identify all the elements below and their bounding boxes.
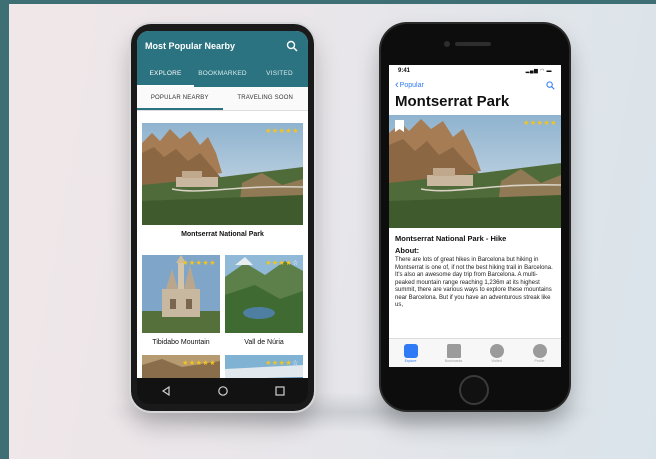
- recents-icon[interactable]: [274, 385, 286, 397]
- back-button-label: Popular: [399, 81, 424, 89]
- ios-tab-bar: Explore Bookmarks Visited Profile: [389, 338, 561, 367]
- grid-icon: [403, 343, 418, 358]
- iphone-screen: 9:41 ▂▄▆ ◠ ▬ ‹ Popular Montserrat Park ★…: [389, 65, 561, 367]
- tab-label: Explore: [404, 358, 417, 363]
- rating-stars: ★★★★★: [265, 128, 299, 135]
- android-tabs: EXPLORE BOOKMARKED VISITED: [137, 63, 308, 87]
- back-button[interactable]: ‹ Popular: [395, 78, 424, 91]
- search-icon[interactable]: [546, 80, 555, 90]
- place-card-tibidabo[interactable]: ★★★★★ Tibidabo Mountain: [142, 255, 220, 346]
- search-icon[interactable]: [286, 40, 298, 52]
- tab-label: Visited: [491, 358, 502, 363]
- rating-stars: ★★★★☆: [265, 260, 299, 267]
- place-card[interactable]: ★★★★☆: [225, 355, 303, 378]
- iphone-mockup: 9:41 ▂▄▆ ◠ ▬ ‹ Popular Montserrat Park ★…: [381, 24, 569, 410]
- tab-bookmarks[interactable]: Bookmarks: [436, 343, 472, 363]
- home-icon[interactable]: [217, 385, 229, 397]
- tab-profile[interactable]: Profile: [522, 343, 558, 363]
- subtab-traveling-soon[interactable]: TRAVELING SOON: [223, 87, 309, 110]
- subtab-popular-nearby[interactable]: POPULAR NEARBY: [137, 87, 223, 110]
- hero-place-card[interactable]: ★★★★★ Montserrat National Park: [142, 123, 303, 245]
- left-edge-strip: [0, 0, 9, 459]
- card-title: Vall de Núria: [244, 339, 284, 346]
- place-photo: ★★★★★: [142, 355, 220, 378]
- rating-stars: ★★★★☆: [265, 360, 299, 367]
- book-icon: [446, 343, 461, 358]
- tab-explore[interactable]: Explore: [393, 343, 429, 363]
- rating-stars: ★★★★★: [182, 360, 216, 367]
- back-icon[interactable]: [160, 385, 172, 397]
- tab-visited[interactable]: VISITED: [251, 63, 308, 87]
- front-camera: [444, 41, 450, 47]
- tab-label: Bookmarks: [444, 358, 463, 363]
- montserrat-photo: ★★★★★: [142, 123, 303, 225]
- card-title: Tibidabo Mountain: [152, 339, 210, 346]
- rating-stars: ★★★★★: [182, 260, 216, 267]
- about-heading: About:: [395, 246, 420, 255]
- mountain-landscape-illustration: [389, 115, 561, 228]
- ios-status-bar: 9:41 ▂▄▆ ◠ ▬: [389, 65, 561, 77]
- ios-navigation-bar: ‹ Popular: [389, 77, 561, 93]
- android-app-bar: Most Popular Nearby EXPLORE BOOKMARKED V…: [137, 31, 308, 87]
- rating-stars: ★★★★★: [523, 120, 557, 127]
- tab-visited[interactable]: Visited: [479, 343, 515, 363]
- compass-icon: [489, 343, 504, 358]
- chevron-left-icon: ‹: [395, 78, 399, 91]
- android-subtabs: POPULAR NEARBY TRAVELING SOON: [137, 87, 308, 111]
- page-title: Montserrat Park: [395, 93, 510, 110]
- home-button[interactable]: [459, 375, 489, 405]
- android-appbar-title: Most Popular Nearby: [145, 41, 236, 51]
- detail-heading: Montserrat National Park - Hike: [395, 234, 507, 243]
- android-phone-mockup: Most Popular Nearby EXPLORE BOOKMARKED V…: [131, 24, 314, 411]
- top-edge-strip: [0, 0, 656, 4]
- signal-wifi-battery-icons: ▂▄▆ ◠ ▬: [525, 68, 552, 74]
- tibidabo-photo: ★★★★★: [142, 255, 220, 333]
- status-time: 9:41: [398, 68, 411, 74]
- profile-icon: [532, 343, 547, 358]
- place-card-vall-de-nuria[interactable]: ★★★★☆ Vall de Núria: [225, 255, 303, 346]
- hero-card-title: Montserrat National Park: [181, 231, 264, 238]
- earpiece-speaker: [455, 42, 491, 46]
- tab-label: Profile: [534, 358, 545, 363]
- montserrat-detail-photo: ★★★★★: [389, 115, 561, 228]
- tab-bookmarked[interactable]: BOOKMARKED: [194, 63, 251, 87]
- place-photo: ★★★★☆: [225, 355, 303, 378]
- android-screen: Most Popular Nearby EXPLORE BOOKMARKED V…: [137, 31, 308, 378]
- mountain-landscape-illustration: [142, 123, 303, 225]
- vall-de-nuria-photo: ★★★★☆: [225, 255, 303, 333]
- place-card[interactable]: ★★★★★: [142, 355, 220, 378]
- detail-content: Montserrat National Park - Hike About: T…: [389, 228, 561, 326]
- android-navigation-bar: [137, 378, 308, 404]
- tab-explore[interactable]: EXPLORE: [137, 63, 194, 87]
- about-body-text: There are lots of great hikes in Barcelo…: [395, 257, 553, 308]
